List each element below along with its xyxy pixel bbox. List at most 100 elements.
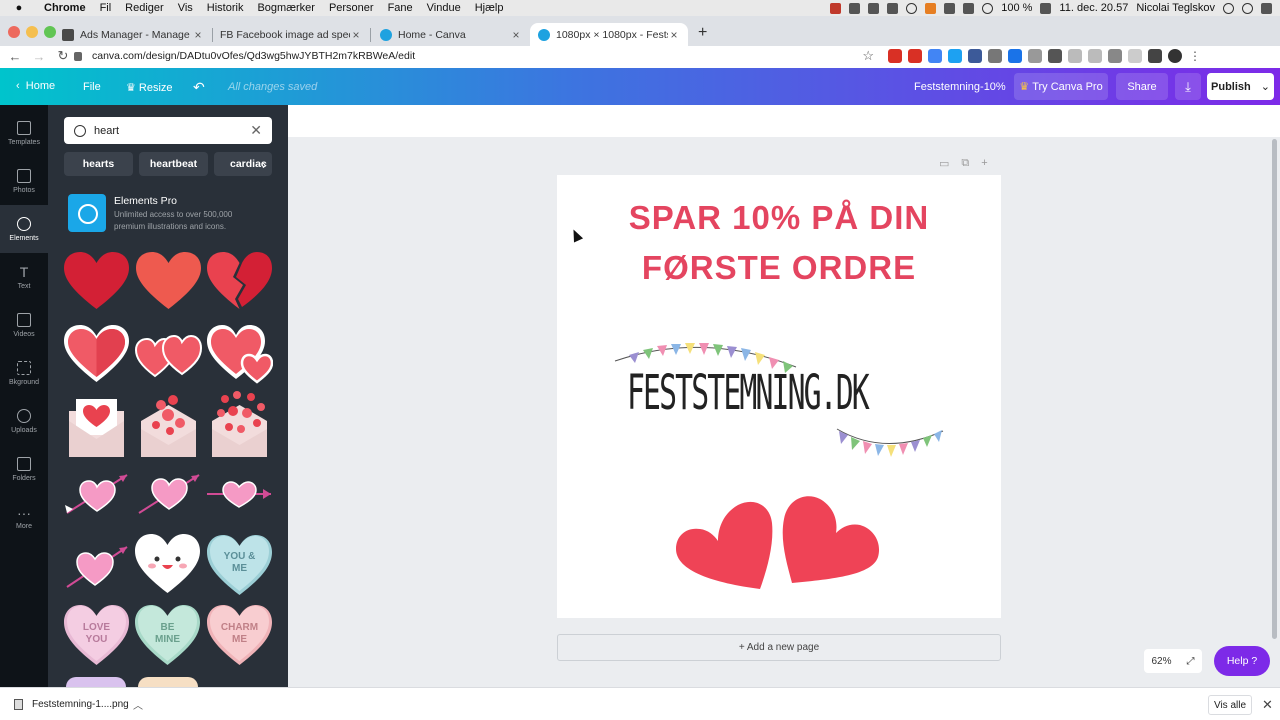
- candy-heart-you-and-me[interactable]: YOU & ME: [206, 533, 273, 597]
- suggestion-chip-heartbeat[interactable]: heartbeat: [139, 152, 208, 176]
- notification-center-icon[interactable]: [1261, 2, 1272, 14]
- tab-close-icon[interactable]: ×: [668, 28, 680, 42]
- candy-heart-be-mine[interactable]: BE MINE: [134, 603, 201, 667]
- menu-clock[interactable]: 11. dec. 20.57: [1059, 2, 1128, 14]
- window-minimize-icon[interactable]: [26, 26, 38, 38]
- menu-item-vis[interactable]: Vis: [178, 2, 193, 14]
- tray-bluetooth-icon[interactable]: [944, 2, 956, 14]
- heart-arrow-horizontal-element[interactable]: [205, 479, 273, 509]
- heart-arrow-element[interactable]: [63, 541, 131, 591]
- file-menu-button[interactable]: File: [83, 81, 101, 93]
- heart-arrow-element[interactable]: [63, 471, 131, 517]
- extension-icon[interactable]: [1008, 49, 1022, 63]
- candy-heart-partial[interactable]: [66, 677, 126, 687]
- extension-icon[interactable]: [1088, 49, 1102, 63]
- heart-outline-element[interactable]: [63, 324, 130, 384]
- nav-background[interactable]: Bkground: [0, 349, 48, 397]
- reload-icon[interactable]: ↻: [54, 48, 72, 64]
- publish-button[interactable]: Publish ⌄: [1207, 73, 1274, 100]
- nav-folders[interactable]: Folders: [0, 445, 48, 493]
- design-page[interactable]: SPAR 10% PÅ DIN FØRSTE ORDRE FESTSTEMNIN…: [557, 175, 1001, 618]
- close-downloads-icon[interactable]: ✕: [1262, 697, 1273, 713]
- two-hearts-element[interactable]: [135, 334, 202, 378]
- siri-icon[interactable]: [1242, 2, 1253, 14]
- url-text[interactable]: canva.com/design/DADtu0vOfes/Qd3wg5hwJYB…: [92, 50, 415, 62]
- menu-item-rediger[interactable]: Rediger: [125, 2, 164, 14]
- zoom-level[interactable]: 62%: [1151, 656, 1171, 667]
- lock-icon[interactable]: [74, 51, 82, 61]
- add-page-icon[interactable]: +: [981, 157, 987, 170]
- tab-close-icon[interactable]: ×: [192, 28, 204, 42]
- extension-icon[interactable]: [888, 49, 902, 63]
- profile-avatar[interactable]: [1168, 49, 1182, 63]
- tab-close-icon[interactable]: ×: [350, 28, 362, 42]
- back-icon[interactable]: ←: [6, 49, 24, 64]
- headline-text[interactable]: SPAR 10% PÅ DIN FØRSTE ORDRE: [557, 193, 1001, 293]
- envelope-hearts-element[interactable]: [140, 391, 197, 459]
- broken-heart-element[interactable]: [206, 251, 273, 311]
- menu-item-historik[interactable]: Historik: [207, 2, 244, 14]
- search-value[interactable]: heart: [94, 125, 119, 137]
- battery-icon[interactable]: [1040, 2, 1052, 14]
- extension-icon[interactable]: [1108, 49, 1122, 63]
- heart-element[interactable]: [135, 251, 202, 311]
- nav-elements[interactable]: Elements: [0, 205, 48, 253]
- download-filename[interactable]: Feststemning-1....png: [32, 699, 129, 710]
- envelope-heart-element[interactable]: [68, 393, 125, 459]
- nav-templates[interactable]: Templates: [0, 109, 48, 157]
- home-button[interactable]: ‹ Home: [16, 80, 55, 92]
- menu-item-personer[interactable]: Personer: [329, 2, 374, 14]
- browser-tab-ads-manager[interactable]: Ads Manager - Manage ads - Ca ×: [54, 23, 212, 46]
- nav-photos[interactable]: Photos: [0, 157, 48, 205]
- window-close-icon[interactable]: [8, 26, 20, 38]
- design-title[interactable]: Feststemning-10%: [914, 81, 1006, 93]
- bunting-bottom-decoration[interactable]: [835, 427, 945, 471]
- tray-chat-icon[interactable]: [925, 2, 937, 14]
- browser-tab-home-canva[interactable]: Home - Canva ×: [372, 23, 530, 46]
- share-button[interactable]: Share: [1116, 73, 1168, 100]
- tab-close-icon[interactable]: ×: [510, 28, 522, 42]
- browser-tab-facebook-specs[interactable]: FB Facebook image ad specs for Fa ×: [212, 23, 370, 46]
- heart-element[interactable]: [63, 251, 130, 311]
- undo-icon[interactable]: ↶: [193, 79, 205, 96]
- extension-icon[interactable]: [1068, 49, 1082, 63]
- menu-item-vindue[interactable]: Vindue: [427, 2, 461, 14]
- try-canva-pro-button[interactable]: ♛ Try Canva Pro: [1014, 73, 1108, 100]
- spotlight-search-icon[interactable]: [1223, 2, 1234, 14]
- tray-puzzle-icon[interactable]: [849, 2, 861, 14]
- menu-item-fane[interactable]: Fane: [388, 2, 413, 14]
- tray-cloud-icon[interactable]: [868, 2, 880, 14]
- help-button[interactable]: Help ?: [1214, 646, 1270, 676]
- wifi-icon[interactable]: [982, 2, 994, 14]
- candy-heart-charm-me[interactable]: CHARM ME: [206, 603, 273, 667]
- extension-icon[interactable]: [988, 49, 1002, 63]
- fullscreen-icon[interactable]: ⤢: [1186, 656, 1194, 667]
- tray-dropbox-icon[interactable]: [887, 2, 899, 14]
- heart-arrow-element[interactable]: [135, 471, 203, 517]
- nav-videos[interactable]: Videos: [0, 301, 48, 349]
- menu-app-name[interactable]: Chrome: [44, 2, 86, 14]
- canvas-scrollbar[interactable]: [1272, 139, 1277, 639]
- two-hearts-graphic[interactable]: [674, 491, 886, 595]
- resize-button[interactable]: ♛ Resize: [126, 81, 173, 95]
- duplicate-page-icon[interactable]: ⧉: [961, 157, 969, 170]
- nav-uploads[interactable]: Uploads: [0, 397, 48, 445]
- chevron-right-icon[interactable]: ›: [262, 157, 266, 172]
- smiling-heart-element[interactable]: [134, 533, 201, 595]
- apple-icon[interactable]: ●: [12, 2, 26, 14]
- new-tab-button[interactable]: +: [698, 24, 707, 42]
- extension-icon[interactable]: [1028, 49, 1042, 63]
- menu-item-bogmaerker[interactable]: Bogmærker: [257, 2, 314, 14]
- tray-app-icon[interactable]: [830, 2, 842, 14]
- nav-more[interactable]: ··· More: [0, 493, 48, 541]
- page-notes-icon[interactable]: ▭: [939, 157, 949, 170]
- add-new-page-button[interactable]: + Add a new page: [557, 634, 1001, 661]
- nav-text[interactable]: T Text: [0, 253, 48, 301]
- extension-icon[interactable]: [968, 49, 982, 63]
- envelope-many-hearts-element[interactable]: [211, 389, 268, 459]
- menu-item-fil[interactable]: Fil: [100, 2, 112, 14]
- clear-search-icon[interactable]: ✕: [250, 122, 262, 139]
- browser-tab-design-active[interactable]: 1080px × 1080px - Feststemnin ×: [530, 23, 688, 46]
- extension-icon[interactable]: [1128, 49, 1142, 63]
- extension-icon[interactable]: [1048, 49, 1062, 63]
